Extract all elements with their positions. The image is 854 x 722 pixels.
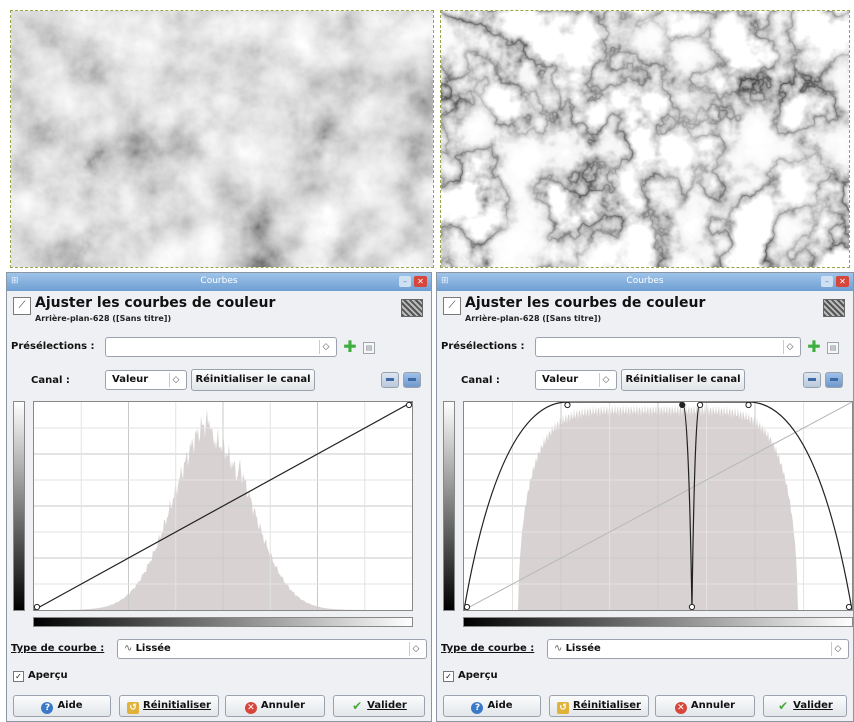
preview-image-adjusted — [440, 10, 850, 268]
curves-dialog-left: ⊞ Courbes – ✕ ⟋ Ajuster les courbes de c… — [6, 272, 432, 722]
chevron-updown-icon: ◇ — [783, 340, 796, 354]
ok-button[interactable]: ✔ Valider — [763, 695, 847, 717]
ok-button[interactable]: ✔ Valider — [333, 695, 425, 717]
chevron-updown-icon: ◇ — [169, 373, 182, 387]
log-histogram-toggle[interactable] — [825, 372, 843, 388]
menu-icon[interactable]: ▤ — [363, 342, 375, 354]
cancel-button[interactable]: ✕ Annuler — [225, 695, 325, 717]
plasma-noise-image — [11, 11, 433, 267]
curve-control-point[interactable] — [564, 402, 571, 409]
curve-plot-svg[interactable] — [34, 402, 412, 610]
cancel-icon: ✕ — [244, 702, 257, 714]
help-button[interactable]: ? Aide — [443, 695, 541, 717]
checkbox-check-icon: ✓ — [443, 671, 454, 682]
vertical-gradient-bar — [13, 401, 25, 611]
checkbox-check-icon: ✓ — [13, 671, 24, 682]
preview-image-original — [10, 10, 434, 268]
reset-button[interactable]: ↺ Réinitialiser — [119, 695, 219, 717]
window-title: Courbes — [626, 276, 664, 286]
smooth-curve-icon: ∿ — [554, 643, 566, 654]
channel-label: Canal : — [461, 375, 500, 386]
plus-icon[interactable]: ✚ — [807, 339, 821, 355]
curves-graph[interactable] — [463, 401, 853, 611]
reset-channel-button[interactable]: Réinitialiser le canal — [621, 369, 745, 391]
minimize-button[interactable]: – — [399, 276, 411, 287]
log-histogram-toggle[interactable] — [403, 372, 421, 388]
dialog-header-subtitle: Arrière-plan-628 ([Sans titre]) — [465, 314, 602, 323]
linear-histogram-toggle[interactable] — [803, 372, 821, 388]
dialog-header-subtitle: Arrière-plan-628 ([Sans titre]) — [35, 314, 172, 323]
cancel-button[interactable]: ✕ Annuler — [655, 695, 755, 717]
reset-icon: ↺ — [127, 702, 140, 714]
chevron-updown-icon: ◇ — [319, 340, 332, 354]
presets-combo[interactable]: ◇ — [535, 337, 801, 357]
reset-button[interactable]: ↺ Réinitialiser — [549, 695, 649, 717]
curves-dialog-right: ⊞ Courbes – ✕ ⟋ Ajuster les courbes de c… — [436, 272, 854, 722]
vertical-gradient-bar — [443, 401, 455, 611]
dialog-header-title: Ajuster les courbes de couleur — [35, 295, 276, 311]
window-title-bar[interactable]: ⊞ Courbes – ✕ — [437, 273, 853, 291]
preview-label: Aperçu — [28, 670, 68, 681]
channel-value: Valeur — [112, 374, 149, 385]
reset-icon: ↺ — [557, 702, 570, 714]
dialog-header-title: Ajuster les courbes de couleur — [465, 295, 706, 311]
menu-icon[interactable]: ▤ — [827, 342, 839, 354]
curves-graph[interactable] — [33, 401, 413, 611]
curve-type-combo[interactable]: ∿ Lissée ◇ — [117, 639, 427, 659]
curve-control-point[interactable] — [688, 603, 696, 610]
curve-control-point[interactable] — [745, 402, 752, 409]
curve-type-value: ∿ Lissée — [124, 643, 171, 654]
image-thumbnail — [823, 299, 845, 317]
curve-control-point[interactable] — [405, 402, 412, 409]
help-button[interactable]: ? Aide — [13, 695, 111, 717]
preview-label: Aperçu — [458, 670, 498, 681]
window-title: Courbes — [200, 276, 238, 286]
preview-checkbox[interactable]: ✓ Aperçu — [443, 670, 498, 682]
image-thumbnail — [401, 299, 423, 317]
curve-control-point[interactable] — [845, 603, 852, 610]
close-button[interactable]: ✕ — [414, 276, 427, 287]
presets-label: Présélections : — [11, 341, 95, 352]
channel-combo[interactable]: Valeur ◇ — [535, 370, 617, 390]
presets-combo[interactable]: ◇ — [105, 337, 337, 357]
cancel-icon: ✕ — [674, 702, 687, 714]
chevron-updown-icon: ◇ — [599, 373, 612, 387]
help-icon: ? — [41, 702, 54, 714]
curves-icon: ⟋ — [443, 297, 461, 315]
curve-type-combo[interactable]: ∿ Lissée ◇ — [547, 639, 849, 659]
smooth-curve-icon: ∿ — [124, 643, 136, 654]
presets-label: Présélections : — [441, 341, 525, 352]
curves-icon: ⟋ — [13, 297, 31, 315]
horizontal-gradient-bar — [463, 617, 853, 627]
checkmark-icon: ✔ — [352, 699, 363, 713]
help-icon: ? — [471, 702, 484, 714]
minimize-button[interactable]: – — [821, 276, 833, 287]
chevron-updown-icon: ◇ — [409, 642, 422, 656]
channel-value: Valeur — [542, 374, 579, 385]
curve-control-point[interactable] — [464, 603, 471, 610]
curve-plot-svg[interactable] — [464, 402, 852, 610]
channel-combo[interactable]: Valeur ◇ — [105, 370, 187, 390]
curve-control-point[interactable] — [34, 603, 41, 610]
linear-histogram-toggle[interactable] — [381, 372, 399, 388]
window-title-bar[interactable]: ⊞ Courbes – ✕ — [7, 273, 431, 291]
curve-type-label: Type de courbe : — [11, 643, 105, 654]
reset-channel-button[interactable]: Réinitialiser le canal — [191, 369, 315, 391]
curve-type-value: ∿ Lissée — [554, 643, 601, 654]
plus-icon[interactable]: ✚ — [343, 339, 357, 355]
close-button[interactable]: ✕ — [836, 276, 849, 287]
curve-control-point[interactable] — [679, 402, 686, 409]
curve-control-point[interactable] — [696, 402, 704, 409]
curve-type-label: Type de courbe : — [441, 643, 535, 654]
chevron-updown-icon: ◇ — [831, 642, 844, 656]
channel-label: Canal : — [31, 375, 70, 386]
horizontal-gradient-bar — [33, 617, 413, 627]
contour-map-image — [441, 11, 849, 267]
checkmark-icon: ✔ — [778, 699, 789, 713]
preview-checkbox[interactable]: ✓ Aperçu — [13, 670, 68, 682]
